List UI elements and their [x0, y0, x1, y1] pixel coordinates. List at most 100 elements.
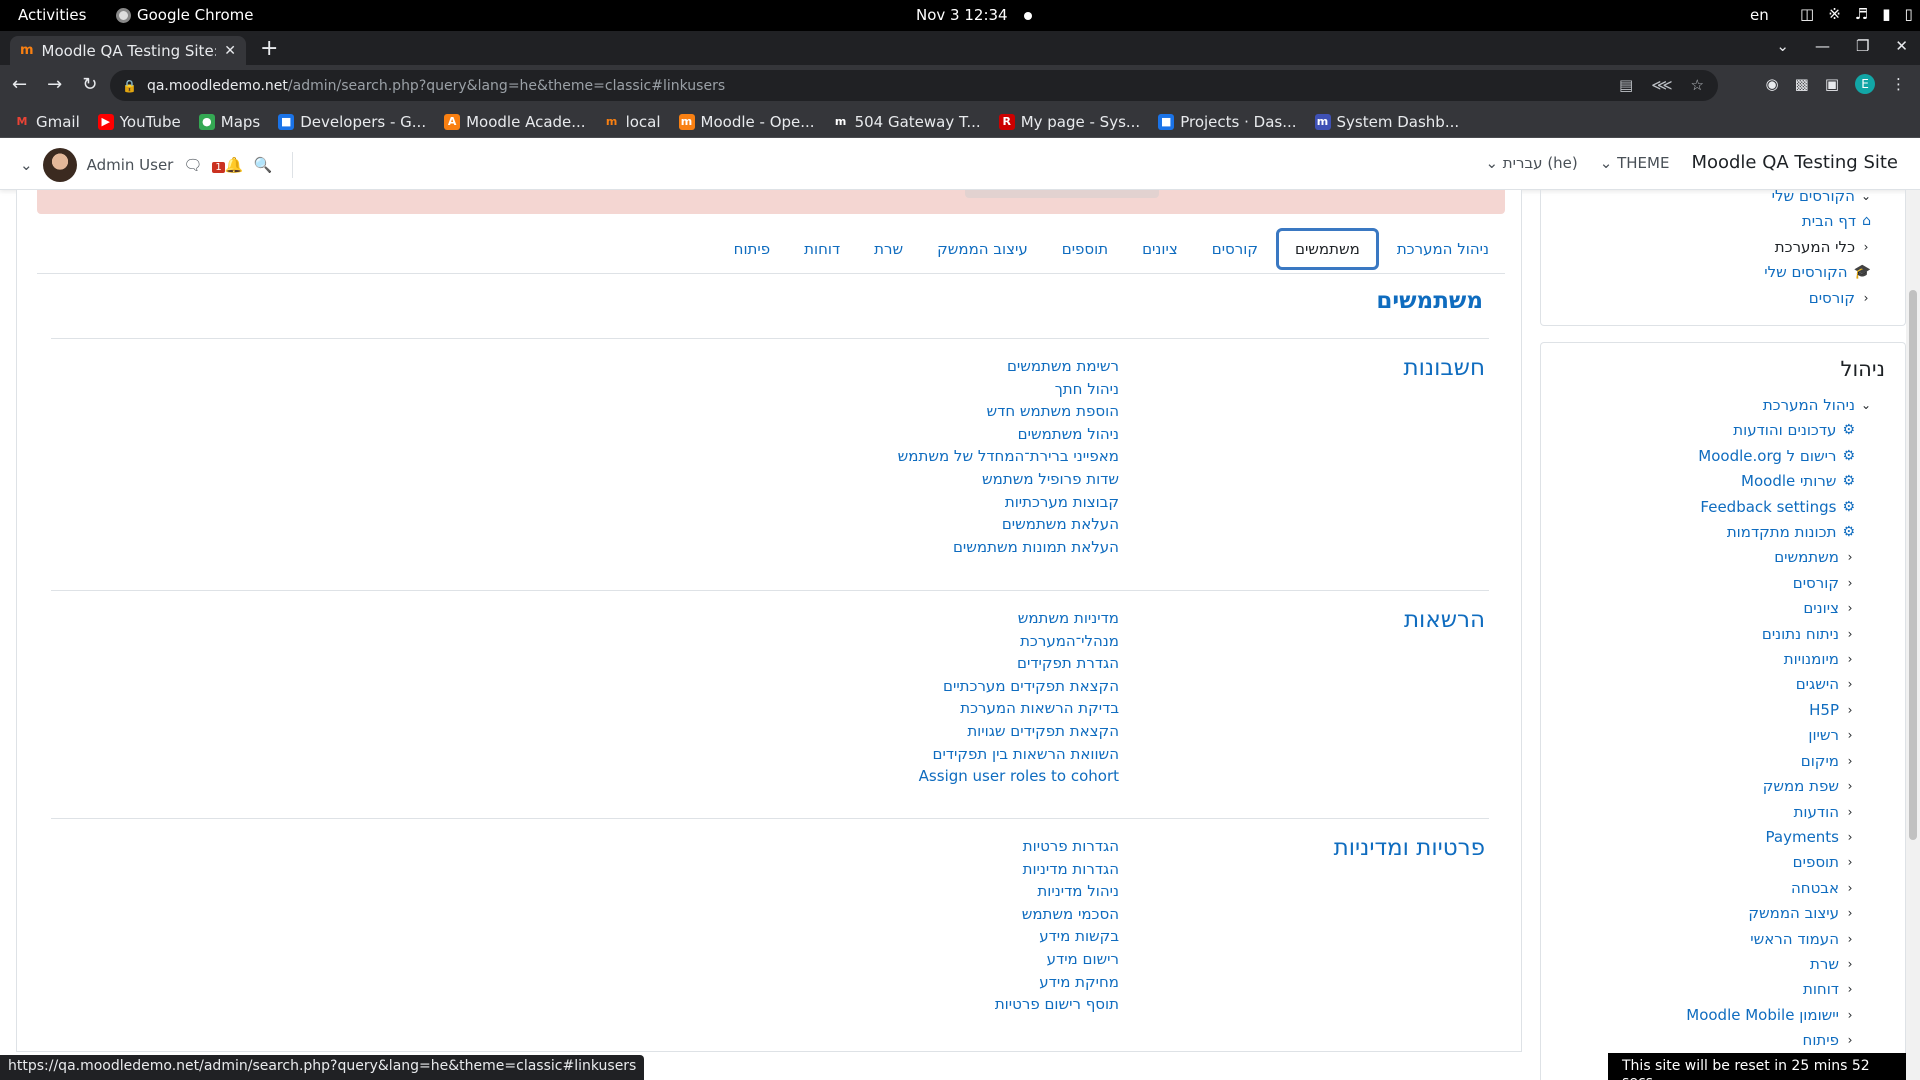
user-menu-chevron-icon[interactable]: ⌄: [20, 156, 33, 174]
page-scrollbar[interactable]: [1906, 190, 1920, 1080]
share-icon[interactable]: ⋘: [1651, 76, 1672, 94]
admin-link[interactable]: הסכמי משתמש: [995, 903, 1119, 926]
bookmark-local[interactable]: m local: [604, 113, 661, 131]
admin-tree-category[interactable]: ‹ H5P: [1686, 698, 1855, 723]
admin-tree-category[interactable]: ‹ רשיון: [1686, 723, 1855, 748]
bookmark-gmail[interactable]: M Gmail: [14, 113, 80, 131]
tab-appearance[interactable]: עיצוב הממשק: [921, 228, 1044, 270]
bookmark-my-page[interactable]: R My page - Sys...: [998, 113, 1140, 131]
section-title[interactable]: פרטיות ומדיניות: [1334, 835, 1485, 861]
system-tray[interactable]: ◫ ※ ♬ ▮ ▯: [1800, 5, 1913, 23]
admin-tree-category[interactable]: ‹ אבטחה: [1686, 876, 1855, 901]
close-tab-icon[interactable]: ✕: [224, 43, 236, 59]
admin-link[interactable]: ניהול משתמשים: [898, 423, 1119, 446]
admin-tree-category[interactable]: ‹ מיקום: [1686, 749, 1855, 774]
admin-link[interactable]: מחיקת מידע: [995, 971, 1119, 994]
admin-link[interactable]: השוואת הרשאות בין תפקידים: [919, 743, 1120, 766]
extensions-puzzle-icon[interactable]: ▩: [1795, 75, 1809, 93]
admin-link[interactable]: הגדרות מדיניות: [995, 858, 1119, 881]
translate-icon[interactable]: ▤: [1619, 76, 1633, 94]
admin-link[interactable]: תוסף רישום פרטיות: [995, 993, 1119, 1016]
reading-list-icon[interactable]: ▣: [1825, 75, 1839, 93]
nav-item-my-courses-expanded[interactable]: ⌄ הקורסים שלי: [1764, 184, 1871, 209]
bookmark-moodle-open[interactable]: m Moodle - Ope...: [678, 113, 815, 131]
admin-tree-category[interactable]: ‹ קורסים: [1686, 571, 1855, 596]
admin-link[interactable]: רישום מידע: [995, 948, 1119, 971]
language-menu[interactable]: ⌄ עברית (he): [1485, 154, 1577, 172]
bookmark-gateway[interactable]: m 504 Gateway T...: [833, 113, 981, 131]
admin-link[interactable]: קבוצות מערכתיות: [898, 491, 1119, 514]
admin-tree-category[interactable]: ‹ העמוד הראשי: [1686, 927, 1855, 952]
tab-search-icon[interactable]: ⌄: [1776, 37, 1789, 55]
nav-item-site-tools[interactable]: ‹ כלי המערכת: [1764, 235, 1871, 260]
clock[interactable]: Nov 3 12:34: [916, 6, 1008, 24]
maximize-icon[interactable]: ❐: [1856, 37, 1869, 55]
address-bar[interactable]: 🔒 qa.moodledemo.net /admin/search.php?qu…: [110, 70, 1718, 101]
notifications-button[interactable]: 1 🔔: [212, 156, 243, 174]
admin-tree-category[interactable]: ‹ Payments: [1686, 825, 1855, 850]
admin-link[interactable]: בדיקת הרשאות המערכת: [919, 697, 1119, 720]
admin-tree-category[interactable]: ‹ דוחות: [1686, 977, 1855, 1002]
reload-icon[interactable]: ↻: [82, 74, 97, 95]
admin-tree-item[interactable]: ⚙ תכונות מתקדמות: [1686, 520, 1855, 545]
admin-link[interactable]: בקשות מידע: [995, 925, 1119, 948]
new-tab-button[interactable]: +: [260, 36, 278, 61]
admin-tree-category[interactable]: ‹ משתמשים: [1686, 545, 1855, 570]
admin-link[interactable]: הקצאת תפקידים שגויות: [919, 720, 1119, 743]
nav-item-home[interactable]: ⌂ דף הבית: [1764, 209, 1871, 234]
forward-icon[interactable]: →: [47, 74, 62, 95]
tab-grades[interactable]: ציונים: [1126, 228, 1194, 270]
admin-link[interactable]: שדות פרופיל משתמש: [898, 468, 1119, 491]
section-title[interactable]: הרשאות: [1404, 607, 1485, 633]
avatar[interactable]: [42, 148, 77, 182]
admin-link[interactable]: הוספת משתמש חדש: [898, 400, 1120, 423]
close-window-icon[interactable]: ✕: [1895, 37, 1908, 55]
admin-tree-category[interactable]: ‹ יישומון Moodle Mobile: [1686, 1003, 1855, 1028]
admin-tree-category[interactable]: ‹ שפת ממשק: [1686, 774, 1855, 799]
activities-button[interactable]: Activities: [18, 6, 86, 24]
admin-tree-item[interactable]: ⚙ רישום ל Moodle.org: [1686, 444, 1855, 469]
chrome-menu-icon[interactable]: ⋮: [1891, 75, 1906, 93]
admin-tree-category[interactable]: ‹ ניתוח נתונים: [1686, 622, 1855, 647]
input-language[interactable]: en: [1750, 6, 1769, 24]
nav-item-my-courses[interactable]: 🎓 הקורסים שלי: [1764, 260, 1871, 285]
profile-avatar[interactable]: E: [1855, 74, 1875, 94]
user-name[interactable]: Admin User: [87, 156, 174, 174]
bookmark-moodle-academy[interactable]: A Moodle Acade...: [444, 113, 586, 131]
theme-menu[interactable]: ⌄ THEME: [1600, 154, 1670, 172]
tab-development[interactable]: פיתוח: [718, 228, 786, 270]
admin-link[interactable]: רשימת משתמשים: [898, 355, 1119, 378]
tab-users[interactable]: משתמשים: [1276, 228, 1379, 270]
messages-icon[interactable]: 🗨: [183, 156, 202, 174]
admin-tree-root[interactable]: ⌄ ניהול המערכת: [1686, 393, 1871, 418]
bookmark-projects[interactable]: ■ Projects · Das...: [1158, 113, 1297, 131]
scrollbar-thumb[interactable]: [1909, 290, 1917, 840]
back-icon[interactable]: ←: [12, 74, 27, 95]
admin-link[interactable]: הקצאת תפקידים מערכתיים: [919, 675, 1119, 698]
lock-icon[interactable]: 🔒: [122, 79, 137, 93]
browser-tab-active[interactable]: m Moodle QA Testing Site: חיפוש ✕: [10, 36, 246, 65]
admin-link[interactable]: מדיניות משתמש: [919, 607, 1119, 630]
admin-link[interactable]: Assign user roles to cohort: [919, 765, 1119, 788]
search-icon[interactable]: 🔍: [253, 156, 272, 174]
admin-tree-category[interactable]: ‹ שרת: [1686, 952, 1855, 977]
admin-tree-item[interactable]: ⚙ עדכונים והודעות: [1686, 418, 1855, 443]
admin-tree-item[interactable]: ⚙ שרותי Moodle: [1686, 469, 1855, 494]
tab-site-administration[interactable]: ניהול המערכת: [1381, 228, 1505, 270]
admin-link[interactable]: העלאת משתמשים: [898, 513, 1119, 536]
bookmark-maps[interactable]: ● Maps: [198, 113, 260, 131]
admin-tree-category[interactable]: ‹ מיומנויות: [1686, 647, 1855, 672]
site-name[interactable]: Moodle QA Testing Site: [1691, 152, 1898, 173]
admin-tree-category[interactable]: ‹ תוספים: [1686, 850, 1855, 875]
bookmark-system-dashboard[interactable]: m System Dashb...: [1314, 113, 1459, 131]
admin-link[interactable]: הגדרות פרטיות: [995, 835, 1119, 858]
admin-link[interactable]: מנהלי־המערכת: [919, 630, 1119, 653]
admin-tree-category[interactable]: ‹ הישגים: [1686, 672, 1855, 697]
alert-button[interactable]: [965, 190, 1159, 198]
nav-item-courses[interactable]: ‹ קורסים: [1764, 286, 1871, 311]
page-title[interactable]: משתמשים: [1376, 288, 1483, 314]
admin-link[interactable]: העלאת תמונות משתמשים: [898, 536, 1119, 559]
bookmark-star-icon[interactable]: ☆: [1691, 76, 1704, 94]
admin-tree-item[interactable]: ⚙ Feedback settings: [1686, 495, 1855, 520]
admin-tree-category[interactable]: ‹ עיצוב הממשק: [1686, 901, 1855, 926]
